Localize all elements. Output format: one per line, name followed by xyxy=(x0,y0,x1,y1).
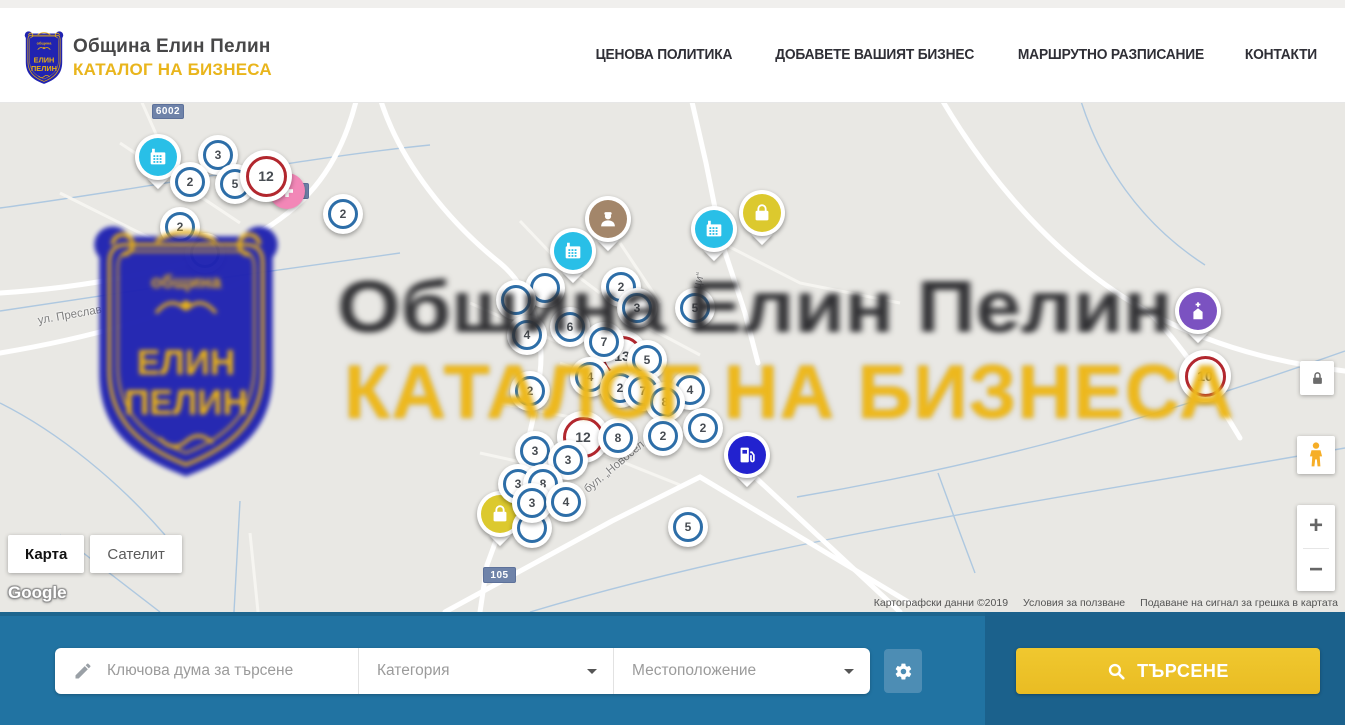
road-badge: 105 xyxy=(483,567,516,583)
pencil-icon xyxy=(73,661,93,681)
category-dropdown[interactable]: Категория xyxy=(358,648,613,694)
cluster-marker[interactable]: 5 xyxy=(675,288,715,328)
attribution-text: Картографски данни ©2019 xyxy=(874,597,1008,609)
gear-icon xyxy=(894,662,913,681)
map-type-control: Карта Сателит xyxy=(8,535,182,573)
search-bar: Категория Местоположение ТЪРСЕНЕ xyxy=(0,612,1345,725)
cluster-marker[interactable]: 2 xyxy=(683,408,723,448)
road-badge: 6002 xyxy=(152,104,184,119)
pin-part xyxy=(728,436,766,474)
pin-marker-fuel[interactable] xyxy=(724,432,770,478)
svg-text:ПЕЛИН: ПЕЛИН xyxy=(31,64,57,73)
map-type-map-button[interactable]: Карта xyxy=(8,535,84,573)
zoom-in-button[interactable]: + xyxy=(1297,505,1335,548)
pin-part xyxy=(743,194,781,232)
lock-button[interactable] xyxy=(1300,361,1334,395)
cluster-marker[interactable]: 5 xyxy=(668,507,708,547)
cluster-marker[interactable] xyxy=(496,280,536,320)
brand-text: Община Елин Пелин КАТАЛОГ НА БИЗНЕСА xyxy=(73,36,272,80)
watermark-title: Община Елин Пелин xyxy=(337,271,1173,344)
site-title: Община Елин Пелин xyxy=(73,36,272,58)
pin-part xyxy=(554,232,592,270)
svg-text:ЕЛИН: ЕЛИН xyxy=(34,56,55,65)
pegman-button[interactable] xyxy=(1297,436,1335,474)
pin-marker-church[interactable] xyxy=(1175,288,1221,334)
svg-text:община: община xyxy=(37,41,53,45)
cluster-marker[interactable]: 2 xyxy=(160,207,200,247)
pin-part xyxy=(1179,292,1217,330)
pin-marker-bag[interactable] xyxy=(739,190,785,236)
google-logo[interactable]: Google xyxy=(8,583,67,603)
page: община ЕЛИН ПЕЛИН Община Елин Пелин КАТА… xyxy=(0,0,1345,725)
map-canvas[interactable]: ул. Преславбул. „Новоселци“ 6002105 3251… xyxy=(0,103,1345,612)
chevron-down-icon xyxy=(587,669,597,674)
factory-icon xyxy=(147,146,169,168)
advanced-settings-button[interactable] xyxy=(884,649,922,693)
nav-item-1[interactable]: ДОБАВЕТЕ ВАШИЯТ БИЗНЕС xyxy=(775,47,974,63)
cluster-marker[interactable]: 10 xyxy=(1179,350,1231,402)
cluster-marker[interactable]: 7 xyxy=(584,322,624,362)
bag-icon xyxy=(489,503,511,525)
svg-text:община: община xyxy=(151,271,222,292)
factory-icon xyxy=(562,240,584,262)
search-fields: Категория Местоположение xyxy=(55,648,870,694)
cluster-marker[interactable]: 2 xyxy=(323,194,363,234)
pin-part xyxy=(139,138,177,176)
window-top-strip xyxy=(0,0,1345,8)
svg-text:ПЕЛИН: ПЕЛИН xyxy=(124,384,248,423)
svg-text:ЕЛИН: ЕЛИН xyxy=(137,344,235,383)
padlock-icon xyxy=(1310,371,1325,386)
zoom-out-button[interactable]: − xyxy=(1297,549,1335,592)
location-dropdown-label: Местоположение xyxy=(632,662,756,680)
nav-item-3[interactable]: КОНТАКТИ xyxy=(1245,47,1317,63)
cluster-marker[interactable]: 12 xyxy=(240,150,292,202)
map-type-satellite-button[interactable]: Сателит xyxy=(90,535,182,573)
location-dropdown[interactable]: Местоположение xyxy=(613,648,870,694)
pegman-icon xyxy=(1307,442,1325,468)
cluster-marker[interactable]: 2 xyxy=(170,162,210,202)
map-attribution: Картографски данни ©2019 Условия за ползв… xyxy=(874,597,1338,609)
search-submit-label: ТЪРСЕНЕ xyxy=(1137,661,1229,682)
keyword-input[interactable] xyxy=(105,661,325,681)
search-icon xyxy=(1107,662,1126,681)
municipality-logo-icon: община ЕЛИН ПЕЛИН xyxy=(23,30,65,86)
cluster-marker[interactable]: 2 xyxy=(510,371,550,411)
factory-icon xyxy=(703,218,725,240)
zoom-control: + − xyxy=(1297,505,1335,591)
street-label: ул. Преслав xyxy=(37,304,103,327)
fuel-icon xyxy=(736,444,758,466)
nav-item-2[interactable]: МАРШРУТНО РАЗПИСАНИЕ xyxy=(1018,47,1204,63)
cluster-marker[interactable]: 4 xyxy=(546,482,586,522)
watermark-subtitle: КАТАЛОГ НА БИЗНЕСА xyxy=(344,355,1235,431)
cluster-marker[interactable]: 3 xyxy=(617,288,657,328)
pin-marker-factory[interactable] xyxy=(550,228,596,274)
worker-icon xyxy=(597,208,619,230)
keyword-section[interactable] xyxy=(55,648,358,694)
chevron-down-icon xyxy=(844,669,854,674)
cluster-marker[interactable]: 8 xyxy=(598,418,638,458)
category-dropdown-label: Категория xyxy=(377,662,449,680)
attribution-link[interactable]: Подаване на сигнал за грешка в картата xyxy=(1140,597,1338,609)
main-nav: ЦЕНОВА ПОЛИТИКА ДОБАВЕТЕ ВАШИЯТ БИЗНЕС МАР… xyxy=(558,8,1319,102)
attribution-link[interactable]: Условия за ползване xyxy=(1023,597,1125,609)
search-submit-button[interactable]: ТЪРСЕНЕ xyxy=(1016,648,1320,694)
cluster-marker[interactable]: 2 xyxy=(643,416,683,456)
bag-icon xyxy=(751,202,773,224)
header: община ЕЛИН ПЕЛИН Община Елин Пелин КАТА… xyxy=(0,8,1345,103)
pin-marker-factory[interactable] xyxy=(691,206,737,252)
site-brand[interactable]: община ЕЛИН ПЕЛИН Община Елин Пелин КАТА… xyxy=(23,30,272,86)
site-subtitle: КАТАЛОГ НА БИЗНЕСА xyxy=(73,60,272,80)
church-icon xyxy=(1187,300,1209,322)
cluster-marker[interactable]: 4 xyxy=(507,315,547,355)
pin-part xyxy=(695,210,733,248)
nav-item-0[interactable]: ЦЕНОВА ПОЛИТИКА xyxy=(596,47,733,63)
